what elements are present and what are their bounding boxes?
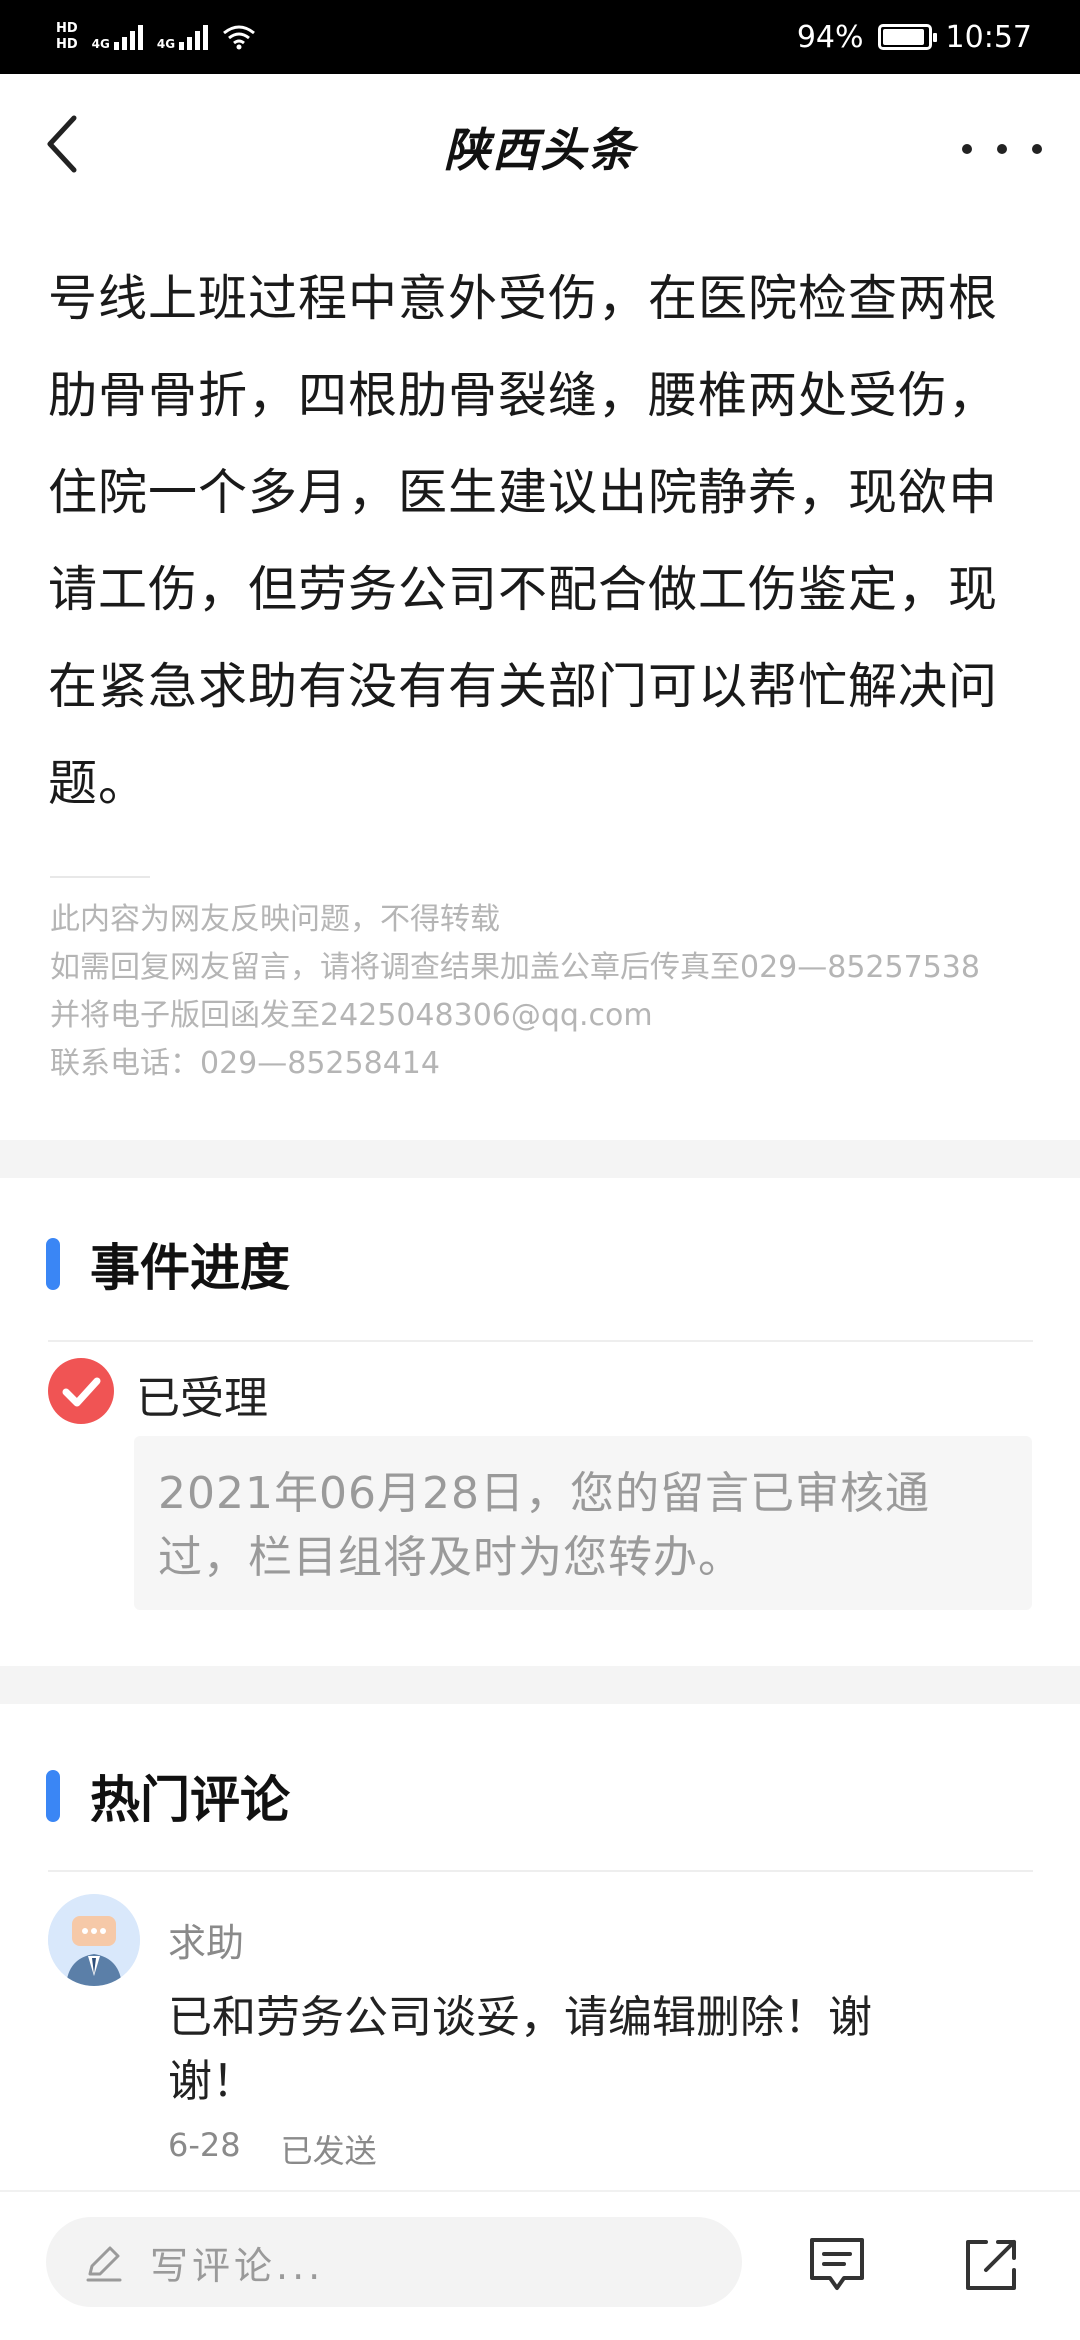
chevron-left-icon (47, 115, 77, 173)
status-left: HD HD 4G 4G (56, 21, 256, 53)
app-logo: 陕西头条 (444, 123, 636, 177)
notice-line: 此内容为网友反映问题，不得转载 (50, 902, 500, 937)
comment-button[interactable] (806, 2234, 868, 2296)
check-circle-icon (48, 1358, 114, 1424)
signal-icon-2: 4G (156, 24, 209, 51)
comment-username[interactable]: 求助 (168, 1912, 244, 1967)
back-button[interactable] (42, 114, 102, 184)
progress-title-text: 事件进度 (90, 1239, 290, 1297)
progress-detail: 2021年06月28日，您的留言已审核通过，栏目组将及时为您转办。 (134, 1436, 1032, 1610)
hd-label-2: HD (56, 37, 78, 52)
pencil-icon (86, 2246, 122, 2282)
comment-date: 6-28 (168, 2126, 241, 2164)
share-icon (966, 2240, 1016, 2290)
more-dots-icon (962, 144, 972, 154)
hd-label-1: HD (56, 21, 78, 36)
section-accent-bar (46, 1238, 60, 1290)
status-right: 94% 10:57 (797, 20, 1032, 55)
avatar[interactable] (48, 1894, 140, 1986)
notice-divider (50, 876, 150, 878)
notice-line: 如需回复网友留言，请将调查结果加盖公章后传真至029—85257538 (50, 950, 980, 985)
comment-placeholder: 写评论... (150, 2243, 325, 2288)
battery-icon (877, 24, 937, 50)
article-body: 号线上班过程中意外受伤，在医院检查两根肋骨骨折，四根肋骨裂缝，腰椎两处受伤，住院… (48, 270, 999, 812)
more-dot (997, 144, 1007, 154)
progress-status: 已受理 (136, 1373, 268, 1424)
hd-indicator: HD HD (56, 21, 78, 53)
comment-status: 已发送 (280, 2132, 377, 2170)
divider (48, 1340, 1033, 1342)
section-accent-bar (46, 1770, 60, 1822)
signal-icon: 4G (92, 24, 143, 50)
network-type-1: 4G (91, 37, 110, 51)
battery-percent: 94% (796, 19, 864, 55)
comment-icon (810, 2238, 864, 2290)
section-separator (0, 1140, 1080, 1178)
divider (48, 1870, 1033, 1872)
bottom-bar: 写评论... (0, 2190, 1080, 2340)
more-dot (1032, 144, 1042, 154)
notice-line: 并将电子版回函发至2425048306@qq.com (50, 998, 653, 1033)
comment-input[interactable]: 写评论... (46, 2217, 742, 2307)
status-bar: HD HD 4G 4G 94% 10:57 (0, 0, 1080, 74)
section-separator (0, 1666, 1080, 1704)
copyright-notice: 此内容为网友反映问题，不得转载 如需回复网友留言，请将调查结果加盖公章后传真至0… (50, 896, 1050, 1088)
more-button[interactable] (962, 129, 1042, 169)
clock: 10:57 (945, 19, 1032, 55)
comments-title-text: 热门评论 (90, 1771, 290, 1829)
progress-section-title: 事件进度 (46, 1228, 290, 1300)
comments-section-title: 热门评论 (46, 1760, 290, 1832)
wifi-icon (223, 25, 256, 50)
comment-meta: 6-28 已发送 (168, 2126, 377, 2172)
share-button[interactable] (960, 2234, 1022, 2296)
network-type-2: 4G (156, 37, 176, 51)
app-header: 陕西头条 (0, 74, 1080, 220)
comment-text: 已和劳务公司谈妥，请编辑删除！谢谢！ (168, 1992, 872, 2107)
battery-fill (882, 29, 924, 45)
notice-line: 联系电话：029—85258414 (50, 1046, 440, 1081)
